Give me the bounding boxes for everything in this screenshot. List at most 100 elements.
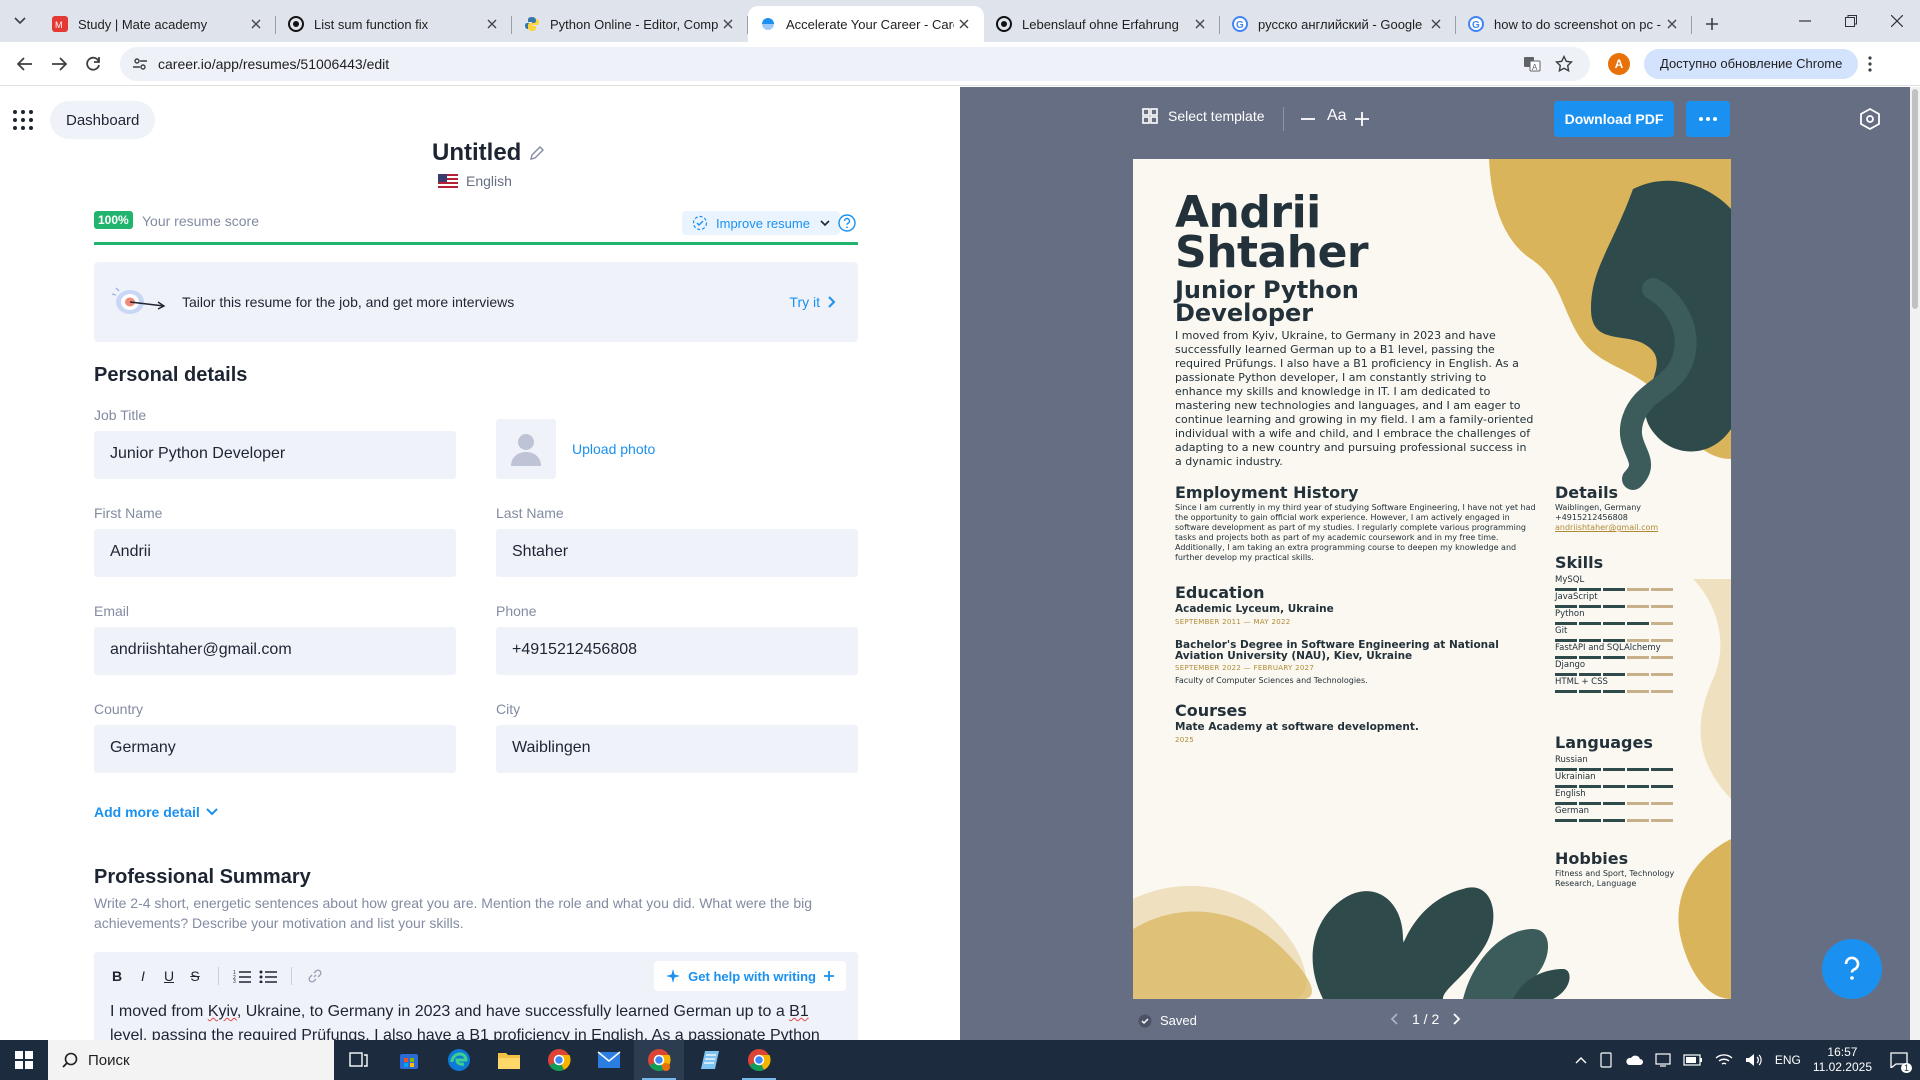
- increase-font-button[interactable]: [1352, 109, 1372, 129]
- more-options-button[interactable]: [1686, 101, 1730, 137]
- hexagon-settings-icon[interactable]: [1858, 107, 1882, 131]
- notification-center-button[interactable]: 1: [1884, 1045, 1914, 1075]
- help-chat-button[interactable]: [1822, 939, 1882, 999]
- resume-skill-level-bar: [1555, 690, 1675, 693]
- misspelled-word[interactable]: B1: [789, 1003, 809, 1020]
- apps-grid-button[interactable]: [12, 109, 38, 135]
- chevron-up-icon[interactable]: [1575, 1056, 1587, 1064]
- taskbar-store[interactable]: [384, 1040, 434, 1080]
- pencil-icon[interactable]: [529, 145, 545, 161]
- city-input[interactable]: Waiblingen: [496, 725, 858, 773]
- chevron-right-icon[interactable]: [1453, 1013, 1461, 1025]
- help-icon[interactable]: [838, 214, 856, 232]
- close-icon[interactable]: [1190, 14, 1210, 34]
- taskbar-chrome[interactable]: [534, 1040, 584, 1080]
- close-icon[interactable]: [246, 14, 266, 34]
- device-icon[interactable]: [1599, 1052, 1613, 1068]
- select-template-button[interactable]: Select template: [1142, 108, 1265, 124]
- translate-icon[interactable]: A: [1518, 50, 1546, 78]
- summary-text-body[interactable]: I moved from Kyiv, Ukraine, to Germany i…: [94, 1000, 858, 1040]
- add-more-detail-button[interactable]: Add more detail: [94, 804, 218, 820]
- taskbar-notepad[interactable]: [684, 1040, 734, 1080]
- taskbar-file-explorer[interactable]: [484, 1040, 534, 1080]
- upload-photo-link[interactable]: Upload photo: [572, 441, 655, 457]
- taskbar-edge[interactable]: [434, 1040, 484, 1080]
- underline-icon[interactable]: U: [158, 965, 180, 987]
- taskbar-clock[interactable]: 16:57 11.02.2025: [1813, 1045, 1872, 1075]
- resume-skill-name: HTML + CSS: [1555, 677, 1608, 687]
- address-bar[interactable]: career.io/app/resumes/51006443/edit A: [120, 46, 1590, 81]
- battery-icon[interactable]: [1683, 1054, 1703, 1066]
- task-view-button[interactable]: [334, 1040, 384, 1080]
- forward-button[interactable]: [42, 47, 76, 81]
- summary-rich-text-editor[interactable]: B I U S 123 Get help with writing I move…: [94, 952, 858, 1040]
- close-icon[interactable]: [1426, 14, 1446, 34]
- numbered-list-icon[interactable]: 123: [231, 965, 253, 987]
- url-text[interactable]: career.io/app/resumes/51006443/edit: [158, 56, 1514, 72]
- reload-button[interactable]: [76, 47, 110, 81]
- resume-score-bar: [94, 242, 858, 245]
- first-name-input[interactable]: Andrii: [94, 529, 456, 577]
- window-close-button[interactable]: [1874, 0, 1920, 42]
- browser-tab[interactable]: Python Online - Editor, Compile: [512, 6, 748, 42]
- skill-level-segment: [1651, 768, 1673, 771]
- volume-icon[interactable]: [1745, 1053, 1763, 1067]
- taskbar-chrome-secondary[interactable]: [734, 1040, 784, 1080]
- taskbar-mail[interactable]: [584, 1040, 634, 1080]
- taskbar-chrome-profile[interactable]: [634, 1040, 684, 1080]
- link-icon[interactable]: [304, 965, 326, 987]
- new-tab-button[interactable]: [1694, 6, 1730, 42]
- try-it-link[interactable]: Try it: [789, 294, 836, 310]
- italic-icon[interactable]: I: [132, 965, 154, 987]
- back-button[interactable]: [8, 47, 42, 81]
- last-name-input[interactable]: Shtaher: [496, 529, 858, 577]
- site-settings-icon[interactable]: [132, 56, 148, 72]
- restore-button[interactable]: [1828, 0, 1874, 42]
- tab-title: русско английский - Google Se: [1258, 16, 1426, 32]
- tailor-resume-banner[interactable]: Tailor this resume for the job, and get …: [94, 262, 858, 342]
- browser-tab[interactable]: M Study | Mate academy: [40, 6, 276, 42]
- bullet-list-icon[interactable]: [257, 965, 279, 987]
- close-icon[interactable]: [954, 14, 974, 34]
- download-pdf-button[interactable]: Download PDF: [1554, 101, 1674, 137]
- country-input[interactable]: Germany: [94, 725, 456, 773]
- phone-input[interactable]: +4915212456808: [496, 627, 858, 675]
- onedrive-icon[interactable]: [1625, 1053, 1643, 1067]
- bold-icon[interactable]: B: [106, 965, 128, 987]
- decrease-font-button[interactable]: [1298, 109, 1318, 129]
- wifi-icon[interactable]: [1715, 1053, 1733, 1067]
- close-icon[interactable]: [1662, 14, 1682, 34]
- page-scrollbar[interactable]: [1910, 87, 1920, 1040]
- language-selector[interactable]: English: [438, 173, 512, 189]
- taskbar-search[interactable]: Поиск: [48, 1040, 334, 1080]
- ai-writing-help-button[interactable]: Get help with writing: [654, 961, 846, 991]
- tab-search-button[interactable]: [0, 0, 40, 42]
- start-button[interactable]: [0, 1040, 48, 1080]
- improve-resume-button[interactable]: Improve resume: [682, 211, 840, 235]
- browser-tab[interactable]: G how to do screenshot on pc - G: [1456, 6, 1692, 42]
- chrome-menu-button[interactable]: [1858, 49, 1882, 79]
- job-title-input[interactable]: Junior Python Developer: [94, 431, 456, 479]
- document-title[interactable]: Untitled: [432, 139, 545, 167]
- dashboard-button[interactable]: Dashboard: [50, 101, 156, 139]
- close-icon[interactable]: [718, 14, 738, 34]
- display-icon[interactable]: [1655, 1053, 1671, 1067]
- browser-tab[interactable]: List sum function fix: [276, 6, 512, 42]
- browser-tab[interactable]: G русско английский - Google Se: [1220, 6, 1456, 42]
- document-title-text[interactable]: Untitled: [432, 139, 521, 167]
- strikethrough-icon[interactable]: S: [184, 965, 206, 987]
- chevron-left-icon[interactable]: [1390, 1013, 1398, 1025]
- email-input[interactable]: andriishtaher@gmail.com: [94, 627, 456, 675]
- chrome-update-button[interactable]: Доступно обновление Chrome: [1644, 48, 1859, 79]
- input-language[interactable]: ENG: [1775, 1053, 1801, 1067]
- profile-avatar[interactable]: A: [1608, 52, 1630, 75]
- browser-tab-active[interactable]: Accelerate Your Career - Career: [748, 6, 984, 42]
- misspelled-word[interactable]: Kyiv: [208, 1003, 237, 1020]
- photo-placeholder[interactable]: [496, 419, 556, 479]
- scrollbar-thumb[interactable]: [1912, 89, 1918, 309]
- close-icon[interactable]: [482, 14, 502, 34]
- bookmark-star-icon[interactable]: [1550, 50, 1578, 78]
- browser-tab[interactable]: Lebenslauf ohne Erfahrung: [984, 6, 1220, 42]
- font-size-label[interactable]: Aa: [1327, 107, 1347, 125]
- minimize-button[interactable]: [1782, 0, 1828, 42]
